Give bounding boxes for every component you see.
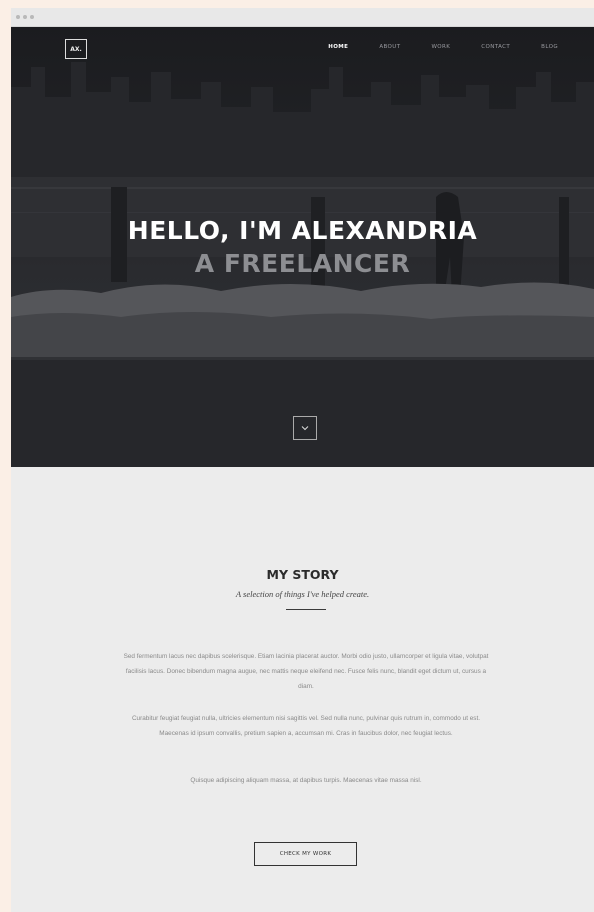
scroll-down-button[interactable]	[293, 416, 317, 440]
hero-section: AX. HOME ABOUT WORK CONTACT BLOG HELLO, …	[11, 27, 594, 467]
hero-subtitle: A FREELANCER	[194, 249, 411, 278]
window-dot-icon[interactable]	[23, 15, 27, 19]
chevron-down-icon	[301, 426, 309, 431]
window-dot-icon[interactable]	[30, 15, 34, 19]
browser-chrome	[11, 8, 594, 27]
story-paragraph: Quisque adipiscing aliquam massa, at dap…	[190, 777, 422, 784]
nav-item-contact[interactable]: CONTACT	[481, 44, 510, 50]
hero-background-image	[11, 62, 594, 467]
title-divider	[286, 609, 326, 610]
logo[interactable]: AX.	[65, 39, 87, 59]
story-paragraph: Sed fermentum lacus nec dapibus sceleris…	[123, 653, 489, 690]
check-my-work-button[interactable]: CHECK MY WORK	[254, 842, 357, 866]
nav-item-blog[interactable]: BLOG	[541, 44, 558, 50]
main-nav: HOME ABOUT WORK CONTACT BLOG	[297, 44, 558, 50]
nav-item-about[interactable]: ABOUT	[379, 44, 400, 50]
story-paragraph: Curabitur feugiat feugiat nulla, ultrici…	[131, 715, 481, 737]
nav-item-work[interactable]: WORK	[431, 44, 450, 50]
nav-item-home[interactable]: HOME	[328, 44, 348, 50]
section-tagline: A selection of things I've helped create…	[235, 589, 370, 599]
section-title: MY STORY	[266, 567, 339, 582]
hero-title: HELLO, I'M ALEXANDRIA	[127, 216, 478, 245]
window-dot-icon[interactable]	[16, 15, 20, 19]
browser-window: AX. HOME ABOUT WORK CONTACT BLOG HELLO, …	[11, 8, 594, 912]
